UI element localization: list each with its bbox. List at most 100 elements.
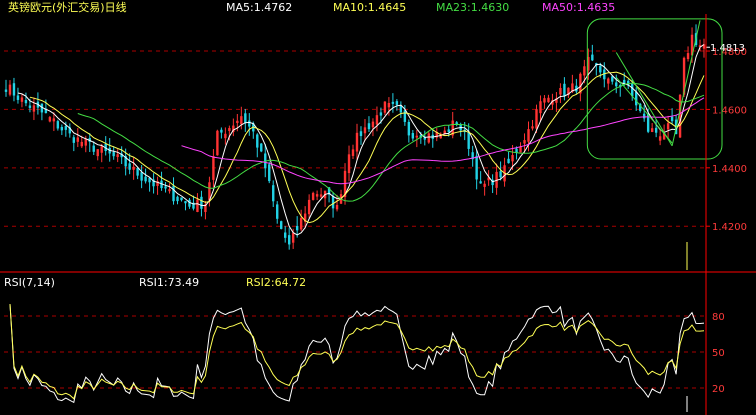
candle-body xyxy=(8,84,12,95)
ma50-label: MA50:1.4635 xyxy=(542,1,615,14)
candle-body xyxy=(200,196,203,209)
candle-body xyxy=(276,204,279,219)
candle-body xyxy=(268,164,271,182)
ma23-label: MA23:1.4630 xyxy=(436,1,509,14)
candle-body xyxy=(591,54,594,61)
candle-body xyxy=(16,95,20,100)
candle-body xyxy=(60,126,64,131)
candle-body xyxy=(411,133,415,139)
candle-body xyxy=(383,101,387,113)
candle-body xyxy=(52,118,56,122)
candle-body xyxy=(184,201,187,204)
candle-body xyxy=(244,113,247,124)
candle-body xyxy=(427,133,430,143)
candle-body xyxy=(479,181,482,184)
ma5-label: MA5:1.4762 xyxy=(226,1,292,14)
candle-body xyxy=(547,97,550,103)
candle-body xyxy=(291,232,295,243)
candle-body xyxy=(483,183,486,187)
candle-body xyxy=(563,83,566,97)
candle-body xyxy=(48,117,52,122)
candle-body xyxy=(507,158,510,164)
candle-body xyxy=(599,65,602,73)
candle-body xyxy=(168,189,171,192)
candle-body xyxy=(375,115,379,125)
candle-body xyxy=(196,199,199,212)
price-tick-label: 1.4400 xyxy=(712,164,747,175)
candle-body xyxy=(20,97,24,102)
candle-body xyxy=(331,196,335,209)
candle-body xyxy=(28,105,32,108)
candle-body xyxy=(539,101,542,114)
candle-body xyxy=(634,91,638,106)
chart-title: 英镑欧元(外汇交易)日线 xyxy=(8,0,127,14)
candle-body xyxy=(387,102,391,108)
candle-body xyxy=(287,235,291,245)
candle-body xyxy=(519,146,522,153)
candle-body xyxy=(347,154,351,174)
rsi-name: RSI(7,14) xyxy=(4,276,55,289)
candle-body xyxy=(475,155,478,180)
candle-body xyxy=(260,143,263,152)
candle-body xyxy=(220,129,223,133)
candle-body xyxy=(100,146,103,153)
candle-body xyxy=(367,123,371,130)
last-price-label: 1.4813 xyxy=(710,43,745,54)
candle-body xyxy=(611,76,614,82)
candle-body xyxy=(583,66,586,76)
candle-body xyxy=(12,83,16,96)
candle-body xyxy=(307,199,311,215)
candle-body xyxy=(64,126,68,130)
candle-body xyxy=(335,204,339,210)
candle-body xyxy=(642,113,646,119)
candle-body xyxy=(140,172,143,181)
candle-body xyxy=(666,123,670,130)
candle-body xyxy=(236,120,239,124)
rsi-tick-label: 20 xyxy=(712,384,725,395)
candle-body xyxy=(615,82,618,87)
candle-body xyxy=(670,116,674,122)
candle-body xyxy=(407,121,411,136)
rsi-tick-label: 80 xyxy=(712,312,725,323)
candle-body xyxy=(319,194,323,197)
candle-body xyxy=(543,98,546,103)
candle-body xyxy=(132,166,135,170)
candle-body xyxy=(650,128,654,132)
candle-body xyxy=(315,194,319,197)
candle-body xyxy=(299,217,303,230)
candle-body xyxy=(272,185,275,202)
ma10-label: MA10:1.4645 xyxy=(333,1,406,14)
candle-body xyxy=(112,152,115,157)
candle-body xyxy=(559,87,562,95)
candle-body xyxy=(240,116,243,125)
candle-body xyxy=(654,127,658,133)
candle-body xyxy=(531,126,534,129)
candle-body xyxy=(631,83,634,97)
candle-body xyxy=(136,168,139,176)
candle-body xyxy=(499,171,502,178)
candle-body xyxy=(280,221,283,229)
candle-body xyxy=(32,105,36,112)
candle-body xyxy=(535,109,538,129)
candle-body xyxy=(379,112,383,116)
chart-background xyxy=(0,0,756,415)
candle-body xyxy=(116,154,119,158)
candle-body xyxy=(355,132,359,152)
candle-body xyxy=(395,101,399,105)
rsi-tick-label: 50 xyxy=(712,348,725,359)
candle-body xyxy=(228,128,231,132)
candle-body xyxy=(212,156,215,180)
candle-body xyxy=(511,155,514,162)
candle-body xyxy=(351,149,355,156)
candle-body xyxy=(80,141,83,147)
candle-body xyxy=(180,197,183,201)
candle-body xyxy=(248,120,251,127)
candle-body xyxy=(523,140,526,144)
candle-body xyxy=(216,130,219,156)
candle-body xyxy=(359,131,363,137)
candle-body xyxy=(24,100,28,104)
candle-body xyxy=(403,110,407,122)
forex-chart: 英镑欧元(外汇交易)日线 MA5:1.4762 MA10:1.4645 MA23… xyxy=(0,0,756,415)
candle-body xyxy=(92,145,95,152)
candle-body xyxy=(176,196,179,202)
